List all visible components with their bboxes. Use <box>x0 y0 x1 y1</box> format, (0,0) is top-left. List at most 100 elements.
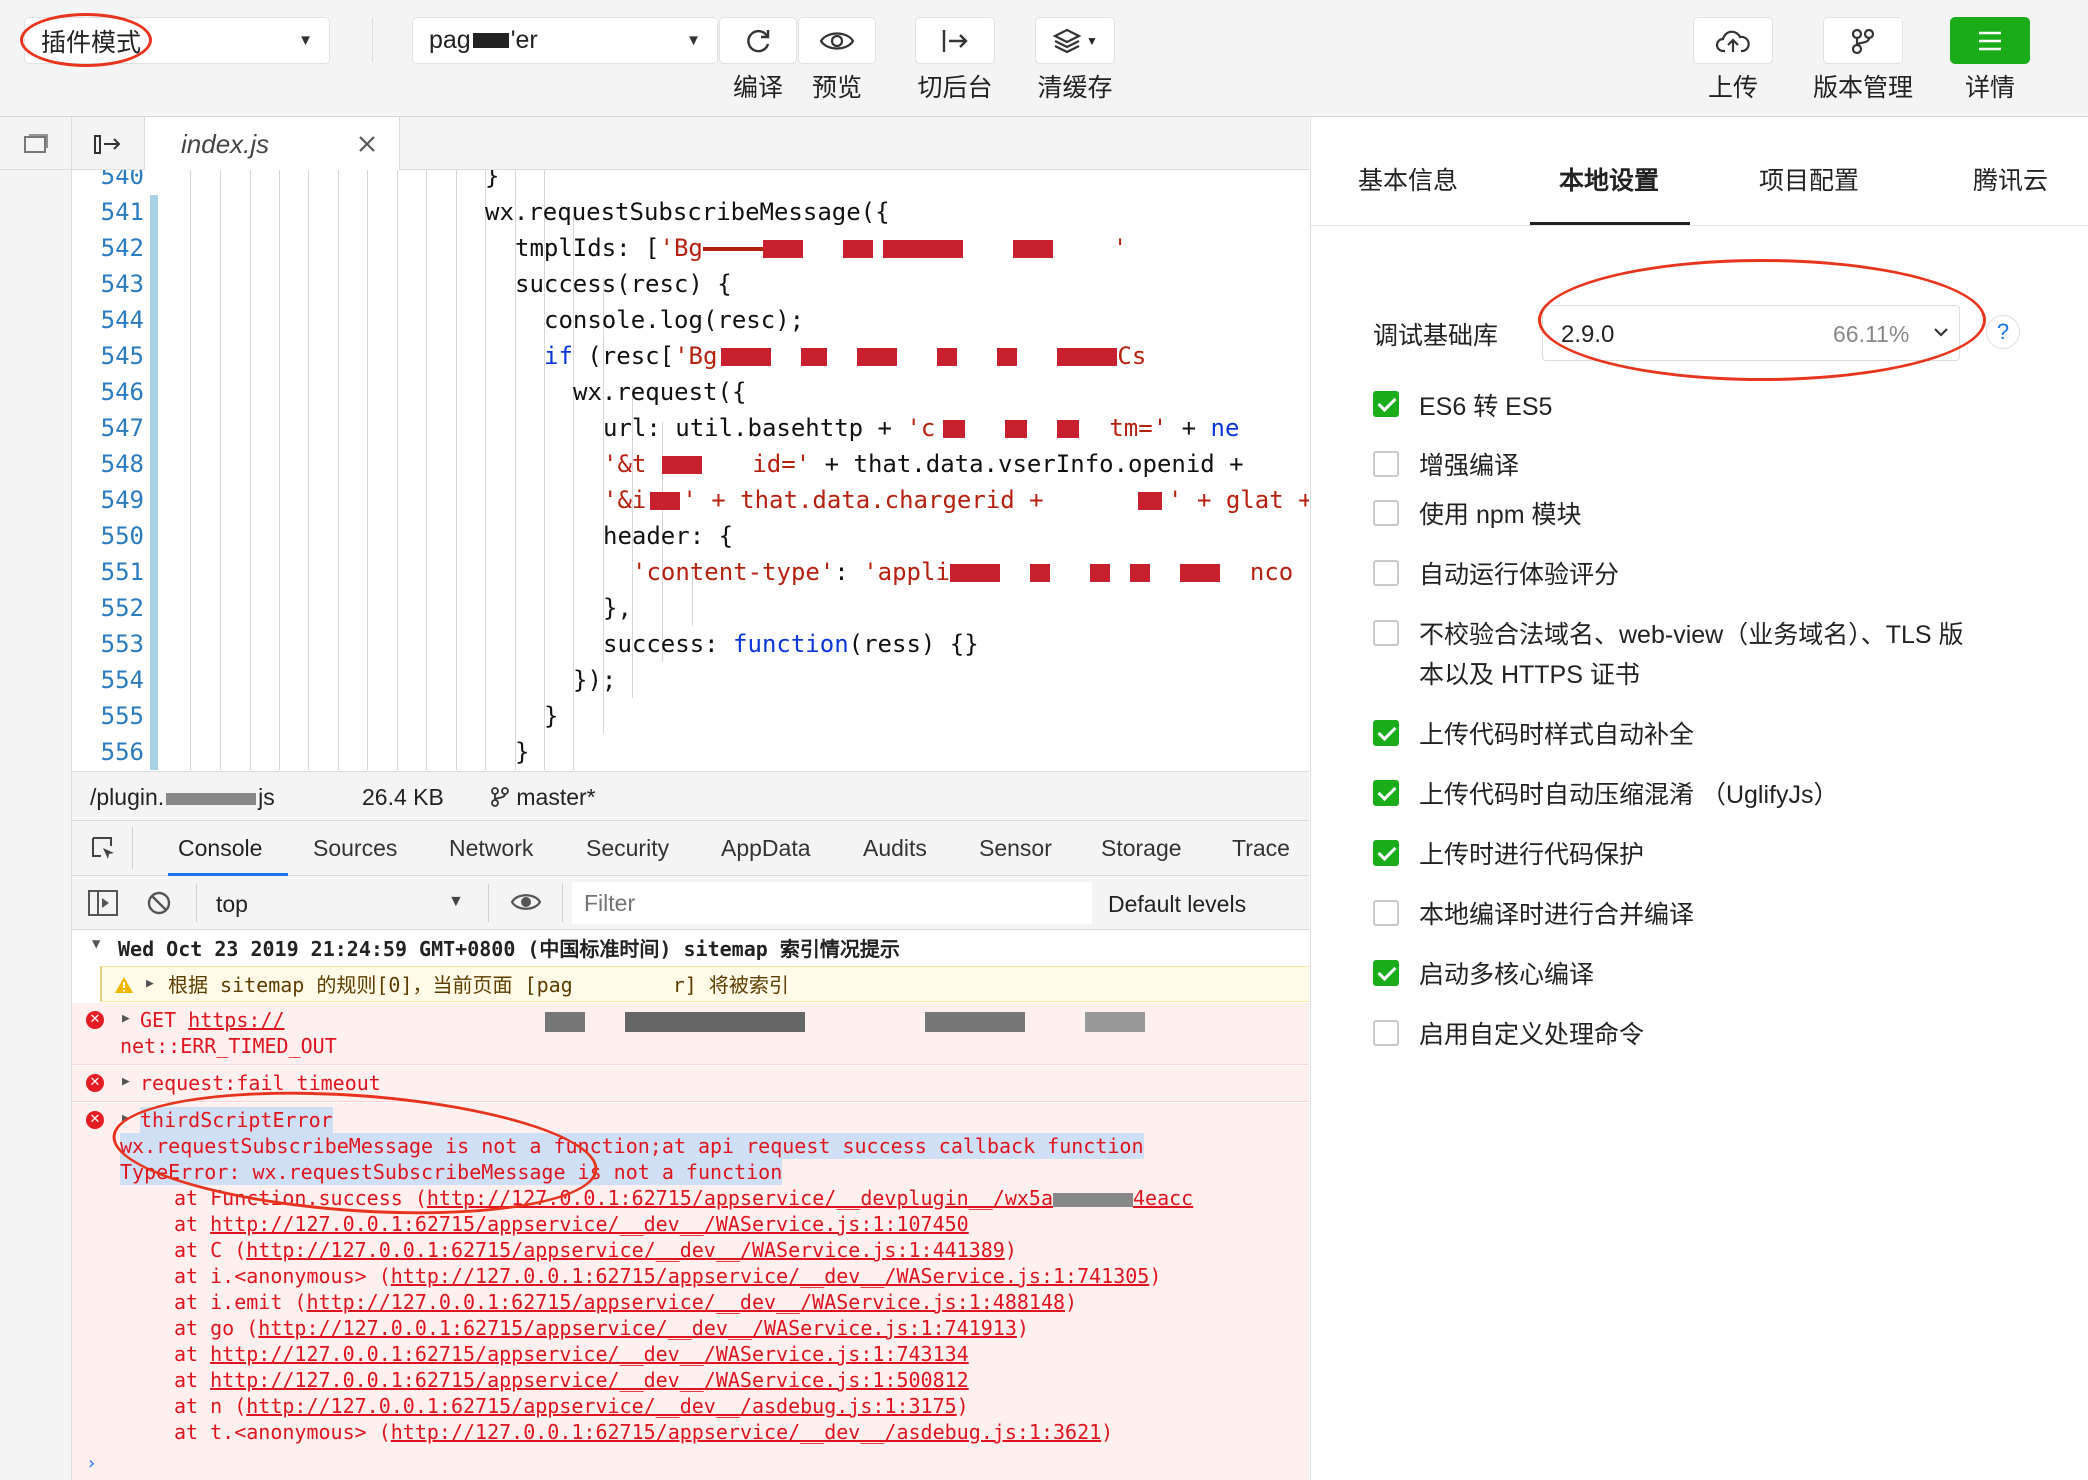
checkbox-es6[interactable] <box>1373 391 1399 417</box>
toggle-simulator-button[interactable] <box>0 117 72 170</box>
checkbox-custom-command[interactable] <box>1373 1020 1399 1046</box>
checkbox-auto-audit[interactable] <box>1373 560 1399 586</box>
expand-triangle-icon[interactable]: ▶ <box>146 976 154 991</box>
checkbox-skip-domain-check[interactable] <box>1373 620 1399 646</box>
option-label: 启动多核心编译 <box>1419 961 1595 989</box>
page-select[interactable]: pag 'er ▼ <box>412 17 718 64</box>
code-editor[interactable]: 540 541 542 543 544 545 546 547 548 549 … <box>72 170 1309 770</box>
log-group-header[interactable]: ▼ Wed Oct 23 2019 21:24:59 GMT+0800 (中国标… <box>72 930 1309 966</box>
option-label: 不校验合法域名、web-view（业务域名）、TLS 版 <box>1419 621 1964 649</box>
line-number: 541 <box>100 198 144 226</box>
tab-project-config[interactable]: 项目配置 <box>1759 161 1859 197</box>
checkbox-merge-compile[interactable] <box>1373 900 1399 926</box>
chevron-down-icon: ▼ <box>448 893 464 910</box>
annotation-oval-mode <box>20 13 152 67</box>
eye-icon <box>819 31 855 50</box>
preview-button[interactable] <box>798 17 876 64</box>
tab-appdata[interactable]: AppData <box>721 835 811 862</box>
checkbox-enhanced-compile[interactable] <box>1373 451 1399 477</box>
tab-storage[interactable]: Storage <box>1101 835 1182 862</box>
expand-triangle-icon[interactable]: ▶ <box>122 1074 130 1089</box>
error-icon: ✕ <box>86 1111 104 1129</box>
stack-frame: at i.emit (http://127.0.0.1:62715/appser… <box>174 1290 1078 1314</box>
line-number: 549 <box>100 486 144 514</box>
log-levels-select[interactable]: Default levels <box>1096 882 1296 924</box>
context-select[interactable]: top ▼ <box>208 882 476 924</box>
clear-cache-button[interactable]: ▼ <box>1035 17 1115 64</box>
line-number: 555 <box>100 702 144 730</box>
error-icon: ✕ <box>86 1074 104 1092</box>
left-rail <box>0 170 72 1480</box>
chevron-down-icon: ▼ <box>686 32 701 49</box>
divider <box>372 18 373 62</box>
tab-network[interactable]: Network <box>449 835 533 862</box>
tab-index-js[interactable]: index.js <box>144 117 400 171</box>
console-output: ▼ Wed Oct 23 2019 21:24:59 GMT+0800 (中国标… <box>72 930 1309 1480</box>
line-number: 553 <box>100 630 144 658</box>
code-line: }, <box>603 594 632 622</box>
enter-file-icon <box>94 134 121 154</box>
page-select-value: pag <box>429 26 471 54</box>
sidebar-toggle-icon[interactable] <box>88 890 118 916</box>
inspect-element-icon[interactable] <box>90 835 118 863</box>
upload-button[interactable] <box>1693 17 1773 64</box>
stack-frame: at i.<anonymous> (http://127.0.0.1:62715… <box>174 1264 1162 1288</box>
tab-trace[interactable]: Trace <box>1232 835 1290 862</box>
stack-frame: at t.<anonymous> (http://127.0.0.1:62715… <box>174 1420 1114 1444</box>
help-icon[interactable]: ? <box>1986 315 2020 349</box>
error-row-get: ✕ ▶ GET https:// net::ERR_TIMED_OUT <box>72 1003 1309 1065</box>
tab-sources[interactable]: Sources <box>313 835 397 862</box>
eye-icon[interactable] <box>510 891 542 913</box>
line-number: 547 <box>100 414 144 442</box>
code-line: url: util.basehttp + 'c tm=' + ne <box>603 414 1240 442</box>
tab-basic-info[interactable]: 基本信息 <box>1358 161 1458 197</box>
code-line: } <box>485 170 500 190</box>
line-number: 542 <box>100 234 144 262</box>
checkbox-style-autocomplete[interactable] <box>1373 720 1399 746</box>
details-button[interactable] <box>1950 17 2030 64</box>
details-label: 详情 <box>1964 74 2015 102</box>
log-levels-value: Default levels <box>1108 891 1247 917</box>
clear-console-icon[interactable] <box>146 890 172 916</box>
line-number: 546 <box>100 378 144 406</box>
stack-frame: at C (http://127.0.0.1:62715/appservice/… <box>174 1238 1017 1262</box>
tab-security[interactable]: Security <box>586 835 669 862</box>
checkbox-multicore[interactable] <box>1373 960 1399 986</box>
editor-tab-bar: index.js <box>0 117 1309 171</box>
tab-sensor[interactable]: Sensor <box>979 835 1052 862</box>
branch-label: master* <box>516 784 596 810</box>
checkbox-code-protect[interactable] <box>1373 840 1399 866</box>
tab-tencent-cloud[interactable]: 腾讯云 <box>1973 161 2048 197</box>
code-line: header: { <box>603 522 734 550</box>
warning-text: 根据 sitemap 的规则[0]，当前页面 [pag r] 将被索引 <box>168 973 789 997</box>
close-icon[interactable] <box>357 134 377 154</box>
tab-audits[interactable]: Audits <box>863 835 927 862</box>
error-net-line: net::ERR_TIMED_OUT <box>120 1034 337 1058</box>
divider <box>488 884 489 922</box>
expand-triangle-icon: ▼ <box>92 936 101 952</box>
code-line: tmplIds: ['Bg ' <box>515 234 1128 262</box>
console-filter-input[interactable] <box>572 882 1092 924</box>
console-prompt-icon[interactable]: › <box>86 1453 97 1474</box>
option-label: 上传代码时样式自动补全 <box>1419 721 1695 749</box>
option-label: ES6 转 ES5 <box>1419 393 1553 421</box>
line-number: 545 <box>100 342 144 370</box>
stack-frame: at http://127.0.0.1:62715/appservice/__d… <box>174 1342 969 1366</box>
branch-indicator[interactable]: master* <box>490 784 596 811</box>
switch-background-button[interactable] <box>915 17 995 64</box>
checkbox-uglify[interactable] <box>1373 780 1399 806</box>
toggle-tree-button[interactable] <box>72 117 144 170</box>
tab-local-settings[interactable]: 本地设置 <box>1559 161 1659 197</box>
expand-triangle-icon[interactable]: ▶ <box>122 1011 130 1026</box>
clear-cache-label: 清缓存 <box>1037 74 1113 102</box>
code-line: success: function(ress) {} <box>603 630 979 658</box>
compile-button[interactable] <box>719 17 797 64</box>
tab-console[interactable]: Console <box>178 835 262 862</box>
option-label: 增强编译 <box>1419 452 1520 480</box>
line-number: 556 <box>100 738 144 766</box>
version-manage-button[interactable] <box>1823 17 1903 64</box>
console-toolbar: top ▼ Default levels <box>72 876 1309 930</box>
code-line: if (resc['Bg Cs <box>544 342 1147 370</box>
chevron-down-icon: ▼ <box>1086 33 1098 48</box>
checkbox-npm[interactable] <box>1373 500 1399 526</box>
